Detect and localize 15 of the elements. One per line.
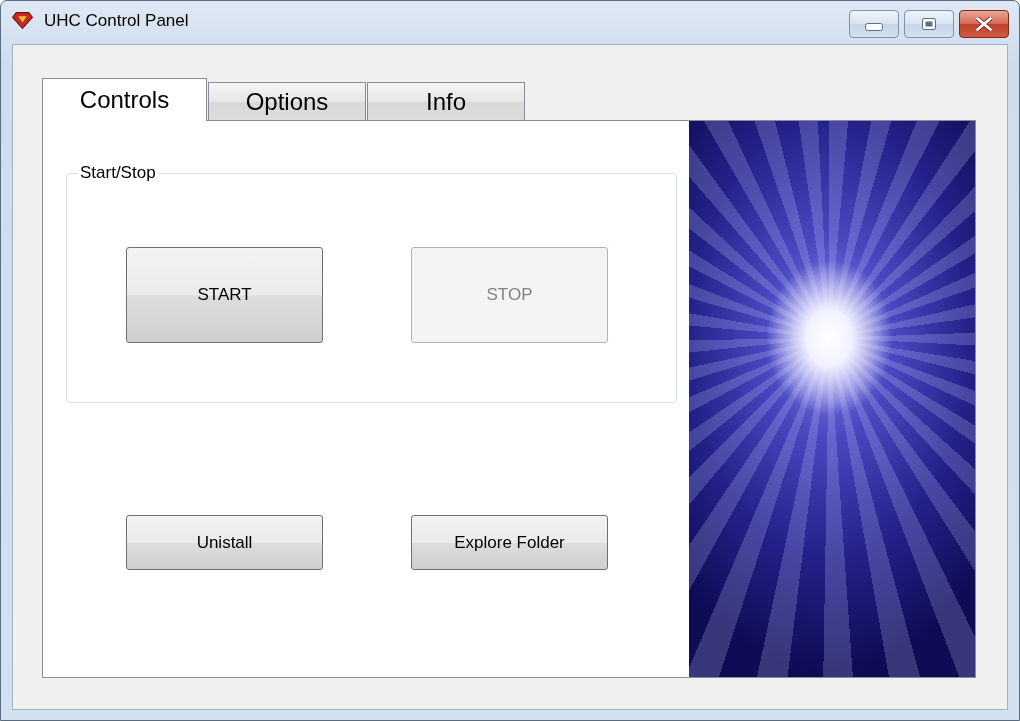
minimize-icon [865,23,883,31]
tab[interactable]: Controls [42,78,207,121]
minimize-button[interactable] [849,10,899,38]
action-button[interactable]: Explore Folder [411,515,608,570]
shield-icon [12,12,33,29]
group-label: Start/Stop [79,163,157,183]
maximize-icon [922,18,936,30]
maximize-button[interactable] [904,10,954,38]
close-button[interactable] [959,10,1009,38]
action-button[interactable]: START [126,247,323,343]
close-icon [976,17,992,31]
tab[interactable]: Info [367,82,525,120]
tab[interactable]: Options [208,82,366,120]
window-title: UHC Control Panel [44,10,189,31]
action-button[interactable]: Unistall [126,515,323,570]
